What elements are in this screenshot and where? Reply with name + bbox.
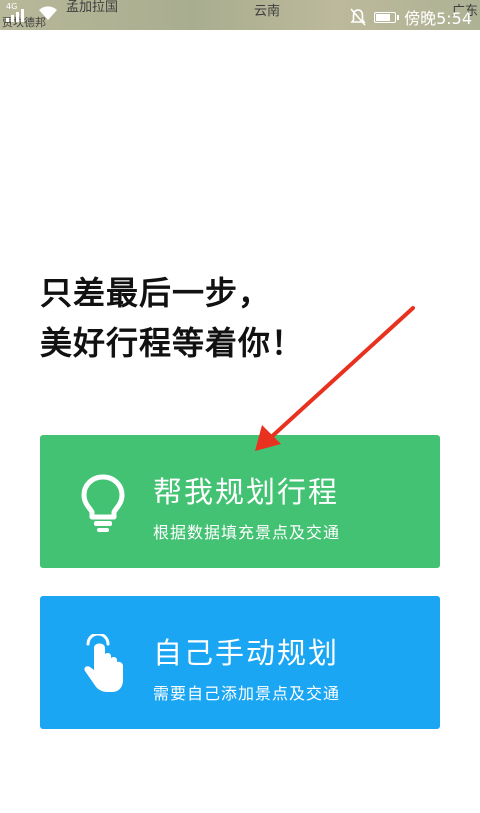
headline: 只差最后一步， 美好行程等着你！	[40, 268, 460, 368]
bell-off-icon	[350, 8, 366, 26]
wifi-icon	[39, 6, 57, 20]
status-bar: 孟加拉国 云南 贾坎德邦 广东 4G 傍晚5:54	[0, 0, 480, 30]
tap-hand-icon	[84, 634, 123, 692]
signal-icon: 4G	[6, 2, 32, 22]
status-right: 傍晚5:54	[350, 5, 472, 29]
lightbulb-icon	[81, 474, 125, 532]
battery-icon	[374, 11, 400, 23]
card-subtitle: 需要自己添加景点及交通	[153, 684, 341, 703]
headline-line-2: 美好行程等着你！	[40, 324, 305, 362]
map-label: 孟加拉国	[66, 0, 119, 15]
plan-manually-button[interactable]: 自己手动规划 需要自己添加景点及交通	[40, 596, 440, 729]
status-time: 傍晚5:54	[404, 9, 472, 28]
status-left: 4G	[6, 2, 58, 22]
plan-for-me-button[interactable]: 帮我规划行程 根据数据填充景点及交通	[40, 435, 440, 568]
card-subtitle: 根据数据填充景点及交通	[153, 523, 341, 542]
headline-line-1: 只差最后一步，	[40, 274, 272, 312]
map-label: 云南	[254, 4, 281, 19]
card-title: 自己手动规划	[153, 636, 340, 670]
card-title: 帮我规划行程	[153, 475, 340, 509]
